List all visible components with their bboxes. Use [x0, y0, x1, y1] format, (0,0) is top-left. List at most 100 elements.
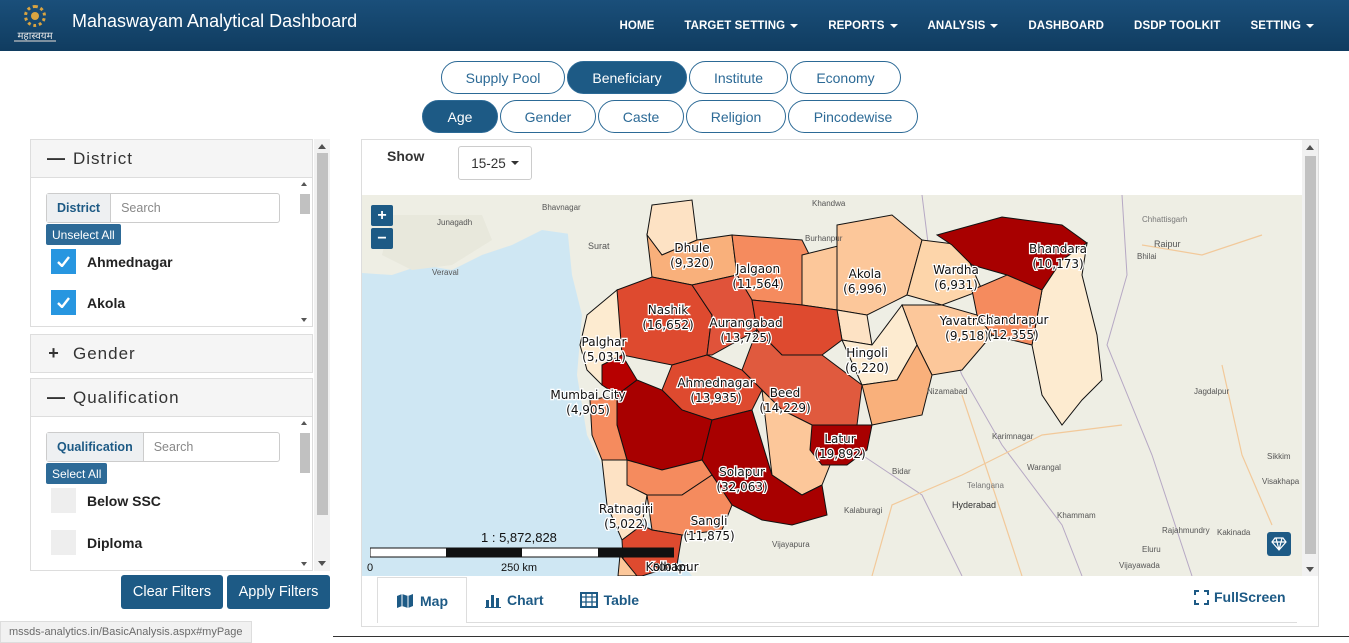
scroll-down-icon[interactable]	[301, 318, 307, 322]
nav-dashboard[interactable]: DASHBOARD	[1013, 20, 1119, 32]
place-label: Rajahmundry	[1162, 526, 1210, 535]
district-option-label: Akola	[87, 294, 126, 311]
nav-analysis[interactable]: ANALYSIS	[913, 20, 1014, 32]
tab-map[interactable]: Map	[377, 577, 467, 623]
zoom-in-button[interactable]: +	[371, 205, 393, 226]
qualification-search-addon: Qualification	[47, 433, 144, 461]
qualification-search-input[interactable]	[143, 433, 264, 461]
nav-reports[interactable]: REPORTS	[813, 20, 912, 32]
scrollbar-thumb[interactable]	[300, 433, 310, 473]
checkbox-checked[interactable]	[51, 249, 76, 274]
top-navbar: महास्वयम Mahaswayam Analytical Dashboard…	[0, 0, 1349, 51]
diamond-icon[interactable]	[1267, 532, 1291, 556]
age-group-dropdown[interactable]: 15-25	[458, 146, 532, 180]
panel-scrollbar[interactable]	[1302, 140, 1318, 576]
district-option-akola[interactable]: Akola	[51, 290, 125, 315]
district-name-label: Solapur	[719, 465, 765, 479]
minus-icon: —	[47, 148, 66, 168]
filter-sidebar: — District District Unselect All Ahmedna…	[30, 139, 330, 571]
scrollbar-thumb[interactable]	[317, 153, 328, 515]
scale-label-zero: 0	[367, 562, 374, 574]
nav-target-setting-label: TARGET SETTING	[684, 19, 786, 32]
tab-chart[interactable]: Chart	[467, 577, 562, 623]
sidebar-scrollbar[interactable]	[314, 139, 330, 571]
plus-icon: +	[48, 343, 60, 363]
scrollbar-thumb[interactable]	[1305, 156, 1316, 554]
scroll-down-icon[interactable]	[318, 561, 326, 566]
scroll-down-icon[interactable]	[301, 562, 307, 566]
district-list-scrollbar[interactable]	[298, 178, 310, 326]
tab-table[interactable]: Table	[562, 577, 658, 623]
caret-down-icon	[1306, 23, 1314, 28]
show-label: Show	[387, 148, 425, 164]
nav-setting-label: SETTING	[1250, 19, 1301, 32]
district-name-label: Ahmednagar	[677, 376, 754, 390]
nav-home[interactable]: HOME	[604, 20, 669, 32]
apply-filters-button[interactable]: Apply Filters	[227, 575, 330, 609]
subtab-age[interactable]: Age	[422, 100, 498, 133]
district-value-label: (14,229)	[759, 401, 810, 415]
category-tabs: Supply Pool Beneficiary Institute Econom…	[441, 61, 903, 94]
district-name-label: Ratnagiri	[599, 502, 653, 516]
subtab-religion[interactable]: Religion	[686, 100, 786, 133]
gender-accordion-header[interactable]: + Gender	[30, 334, 313, 373]
view-tabs: Map Chart Table	[377, 577, 657, 623]
district-value-label: (4,905)	[566, 403, 610, 417]
place-label: Junagadh	[437, 218, 472, 227]
nav-target-setting[interactable]: TARGET SETTING	[669, 20, 813, 32]
map-canvas: Bhavnagar Junagadh Surat Veraval Khandwa…	[362, 195, 1302, 576]
sun-emblem-icon	[24, 5, 46, 27]
place-label: Hyderabad	[952, 500, 996, 510]
district-name-label: Wardha	[933, 263, 979, 277]
subcategory-tabs: Age Gender Caste Religion Pincodewise	[422, 100, 920, 133]
place-label: Telangana	[967, 481, 1004, 490]
district-option-ahmednagar[interactable]: Ahmednagar	[51, 249, 173, 274]
district-accordion-header[interactable]: — District	[30, 139, 313, 178]
minus-icon: —	[47, 387, 66, 407]
zoom-out-button[interactable]: −	[371, 228, 393, 249]
tab-supply-pool[interactable]: Supply Pool	[441, 61, 565, 94]
district-name-label: Jalgaon	[735, 262, 780, 276]
checkbox-unchecked[interactable]	[51, 530, 76, 555]
scrollbar-thumb[interactable]	[300, 194, 310, 214]
place-label: Vijayapura	[772, 540, 810, 549]
nav-setting[interactable]: SETTING	[1235, 20, 1329, 32]
caret-down-icon	[990, 23, 999, 28]
scroll-up-icon[interactable]	[301, 421, 307, 425]
place-label: Kalaburagi	[844, 506, 882, 515]
place-label: Chhattisgarh	[1142, 215, 1187, 224]
qualification-option-below-ssc[interactable]: Below SSC	[51, 488, 161, 513]
scroll-up-icon[interactable]	[301, 182, 307, 186]
district-search-input[interactable]	[111, 194, 262, 222]
subtab-gender[interactable]: Gender	[500, 100, 596, 133]
scroll-up-icon[interactable]	[318, 144, 326, 149]
nav-reports-label: REPORTS	[828, 19, 885, 32]
gender-title: Gender	[73, 343, 136, 363]
scroll-down-icon[interactable]	[1306, 567, 1314, 572]
subtab-caste[interactable]: Caste	[598, 100, 684, 133]
district-name-label: Akola	[849, 267, 882, 281]
checkbox-unchecked[interactable]	[51, 488, 76, 513]
qualification-option-diploma[interactable]: Diploma	[51, 530, 142, 555]
district-value-label: (11,564)	[732, 277, 783, 291]
subtab-pincodewise[interactable]: Pincodewise	[788, 100, 918, 133]
fullscreen-button[interactable]: FullScreen	[1194, 589, 1286, 605]
unselect-all-button[interactable]: Unselect All	[46, 224, 121, 245]
tab-beneficiary[interactable]: Beneficiary	[567, 61, 687, 94]
place-label: Bhilai	[1137, 252, 1157, 261]
scale-label-250: 250 km	[501, 562, 538, 574]
checkbox-checked[interactable]	[51, 290, 76, 315]
tab-institute[interactable]: Institute	[689, 61, 788, 94]
nav-dsdp-toolkit[interactable]: DSDP TOOLKIT	[1119, 20, 1235, 32]
qualification-accordion-header[interactable]: — Qualification	[30, 378, 313, 417]
district-search-addon: District	[47, 194, 112, 222]
qualification-list-scrollbar[interactable]	[298, 417, 310, 570]
choropleth-map[interactable]: Bhavnagar Junagadh Surat Veraval Khandwa…	[362, 195, 1302, 576]
scroll-up-icon[interactable]	[1306, 145, 1314, 150]
tab-economy[interactable]: Economy	[790, 61, 901, 94]
place-label: Bidar	[892, 467, 911, 476]
district-value-label: (19,892)	[814, 447, 865, 461]
clear-filters-button[interactable]: Clear Filters	[121, 575, 223, 609]
mahaswayam-logo[interactable]: महास्वयम	[10, 5, 60, 45]
select-all-button[interactable]: Select All	[46, 463, 108, 484]
